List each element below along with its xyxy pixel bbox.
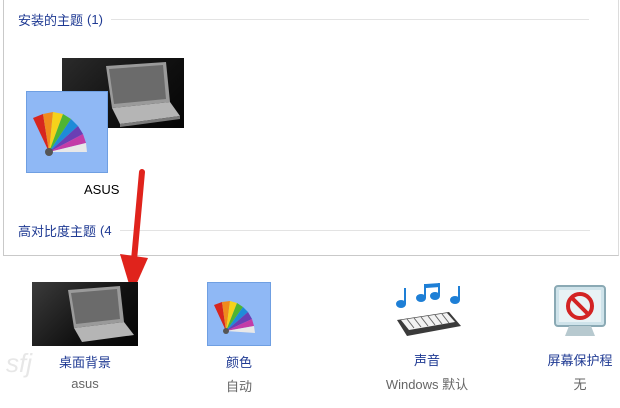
desktop-background-title: 桌面背景 [58, 355, 111, 370]
monitor-no-graphic [554, 285, 606, 336]
red-arrow-icon [120, 169, 148, 294]
desktop-background-button[interactable]: 桌面背景 asus [20, 282, 150, 391]
laptop-image [68, 286, 134, 342]
color-button[interactable]: 颜色 自动 [206, 282, 272, 395]
watermark: sfj [6, 348, 32, 378]
theme-color-tile [26, 91, 108, 173]
color-palette-icon [33, 112, 87, 156]
installed-themes-count: (1) [87, 12, 103, 27]
screensaver-title: 屏幕保护程 [547, 353, 613, 368]
themes-list-panel: 安装的主题 (1) ASUS 高对比度主题 (4 [3, 0, 619, 256]
group-divider [110, 19, 589, 20]
screensaver-button[interactable]: 屏幕保护程 无 [530, 282, 620, 393]
group-divider [119, 230, 590, 231]
color-value: 自动 [225, 379, 252, 394]
high-contrast-themes-title: 高对比度主题 [18, 224, 97, 239]
desktop-background-icon [32, 282, 138, 346]
color-palette-icon [207, 282, 271, 346]
sound-value: Windows 默认 [385, 377, 469, 392]
high-contrast-themes-header[interactable]: 高对比度主题 (4 [18, 221, 590, 240]
sound-keyboard-icon [387, 282, 467, 344]
color-fan-graphic [214, 301, 255, 334]
installed-themes-title: 安装的主题 [18, 13, 84, 28]
sound-title: 声音 [413, 353, 440, 368]
color-title: 颜色 [225, 355, 252, 370]
music-keyboard-graphic [396, 283, 461, 336]
desktop-background-value: asus [71, 376, 99, 391]
installed-themes-header[interactable]: 安装的主题 (1) [18, 10, 589, 29]
sound-button[interactable]: 声音 Windows 默认 [362, 282, 492, 393]
screensaver-value: 无 [573, 377, 587, 392]
theme-item-asus[interactable]: ASUS [22, 58, 192, 198]
screensaver-icon [549, 282, 611, 344]
